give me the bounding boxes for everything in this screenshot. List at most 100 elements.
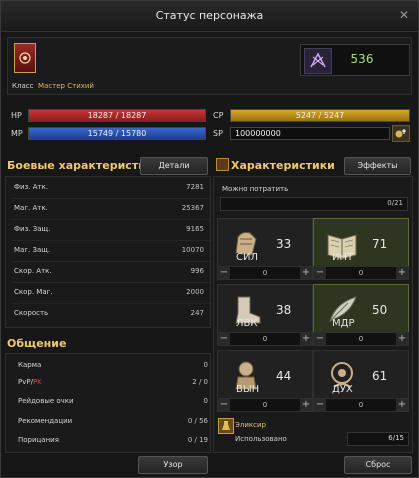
row-divider [12,282,212,283]
elixir-used-field: 6/15 [347,432,409,446]
karma-value: 0 [203,361,208,369]
attr-tile-wit[interactable]: 50 МДР [313,284,409,338]
combat-stat-row: Маг. Атк. 25367 [14,204,204,218]
minus-icon[interactable]: − [218,333,230,345]
combat-stat-name: Физ. Атк. [14,183,49,191]
combat-stat-value: 25367 [181,204,204,212]
row-divider [12,303,212,304]
attributes-icon [216,158,229,171]
window-title: Статус персонажа [155,9,264,22]
minus-icon[interactable]: − [218,267,230,279]
combat-stat-row: Маг. Защ. 10070 [14,246,204,260]
reprimands-value: 0 / 19 [187,436,208,444]
plus-icon[interactable]: + [300,399,312,411]
attr-str-spin-value: 0 [262,269,268,277]
attr-men-value: 61 [372,369,388,383]
combat-stat-value: 996 [190,267,204,275]
social-panel: Карма 0 PvP/PK 2 / 0 Рейдовые очки 0 Рек… [5,353,211,453]
attr-tile-dex[interactable]: 38 ЛВК [217,284,313,338]
combat-stat-value: 7281 [186,183,204,191]
attr-str-name: СИЛ [236,252,258,263]
plus-icon[interactable]: + [396,399,408,411]
class-value: Мастер Стихий [38,82,94,90]
attr-con-spin-value: 0 [262,401,268,409]
combat-stat-value: 10070 [181,246,204,254]
attr-tile-str[interactable]: 33 СИЛ [217,218,313,272]
combat-stats-title: Боевые характеристики [7,159,162,172]
can-spend-value: 0/21 [387,199,403,207]
minus-icon[interactable]: − [314,333,326,345]
mp-label: MP [11,129,23,138]
elixir-icon [218,418,234,434]
attr-wit-spin-value: 0 [358,335,364,343]
mp-bar: 15749 / 15780 [28,127,206,140]
attr-wit-name: МДР [332,318,355,329]
attr-int-value: 71 [372,237,388,251]
elixir-title: Эликсир [235,421,266,429]
reprimands-label: Порицания [18,436,59,444]
pvp-pk-label: PvP/PK [18,378,42,386]
mp-bar-text: 15749 / 15780 [87,129,147,138]
combat-stat-value: 2000 [186,288,204,296]
hp-bar: 18287 / 18287 [28,109,206,122]
pattern-button[interactable]: Узор [138,456,208,474]
attr-con-value: 44 [276,369,292,383]
class-emblem-icon [14,43,36,73]
combat-power-value: 536 [350,52,374,66]
cp-bar: 5247 / 5247 [230,109,410,122]
details-button[interactable]: Детали [140,157,208,175]
hp-bar-text: 18287 / 18287 [87,111,147,120]
row-divider [12,240,212,241]
elixir-used-label: Использовано [235,435,287,443]
attr-men-spin-value: 0 [358,401,364,409]
row-divider [12,198,212,199]
attr-wit-stepper[interactable]: − 0 + [313,332,409,346]
class-label: Класс [12,82,34,90]
character-status-window: Статус персонажа ✕ Класс Мастер Стихий 5… [0,0,419,478]
reprimands-row: Порицания 0 / 19 [18,436,208,450]
attr-wit-value: 50 [372,303,388,317]
plus-icon[interactable]: + [396,333,408,345]
title-bar[interactable]: Статус персонажа ✕ [1,1,418,32]
raid-points-label: Рейдовые очки [18,397,74,405]
attributes-title: Характеристики [231,159,335,172]
sp-value: 100000000 [235,129,281,138]
attr-int-stepper[interactable]: − 0 + [313,266,409,280]
minus-icon[interactable]: − [314,399,326,411]
attr-tile-men[interactable]: 61 ДУХ [313,350,409,404]
sp-convert-icon[interactable] [392,125,410,142]
reset-button[interactable]: Сброс [344,456,412,474]
combat-stats-panel: Физ. Атк. 7281 Маг. Атк. 25367 Физ. Защ. 9165… [5,176,212,328]
minus-icon[interactable]: − [314,267,326,279]
pvp-pk-value: 2 / 0 [192,378,208,386]
row-divider [12,261,212,262]
attr-int-spin-value: 0 [358,269,364,277]
plus-icon[interactable]: + [300,267,312,279]
plus-icon[interactable]: + [300,333,312,345]
effects-button[interactable]: Эффекты [344,157,411,175]
karma-row: Карма 0 [18,361,208,375]
combat-stat-row: Скор. Атк. 996 [14,267,204,281]
combat-stat-name: Маг. Защ. [14,246,51,254]
minus-icon[interactable]: − [218,399,230,411]
attr-tile-int[interactable]: 71 ИНТ [313,218,409,272]
recommendations-label: Рекомендации [18,417,73,425]
attr-str-stepper[interactable]: − 0 + [217,266,313,280]
attr-con-name: ВЫН [236,384,260,395]
character-header-panel: Класс Мастер Стихий 536 [7,37,412,95]
attr-dex-stepper[interactable]: − 0 + [217,332,313,346]
pvp-label: PvP [18,378,31,386]
social-title: Общение [7,337,67,350]
karma-label: Карма [18,361,42,369]
hp-label: HP [11,111,22,120]
cp-bar-text: 5247 / 5247 [295,111,345,120]
attr-con-stepper[interactable]: − 0 + [217,398,313,412]
attr-dex-value: 38 [276,303,292,317]
cp-label: CP [213,111,224,120]
elixir-used-value: 6/15 [388,434,404,442]
plus-icon[interactable]: + [396,267,408,279]
pvp-pk-row: PvP/PK 2 / 0 [18,378,208,392]
attr-tile-con[interactable]: 44 ВЫН [217,350,313,404]
close-icon[interactable]: ✕ [397,8,411,22]
attr-men-stepper[interactable]: − 0 + [313,398,409,412]
